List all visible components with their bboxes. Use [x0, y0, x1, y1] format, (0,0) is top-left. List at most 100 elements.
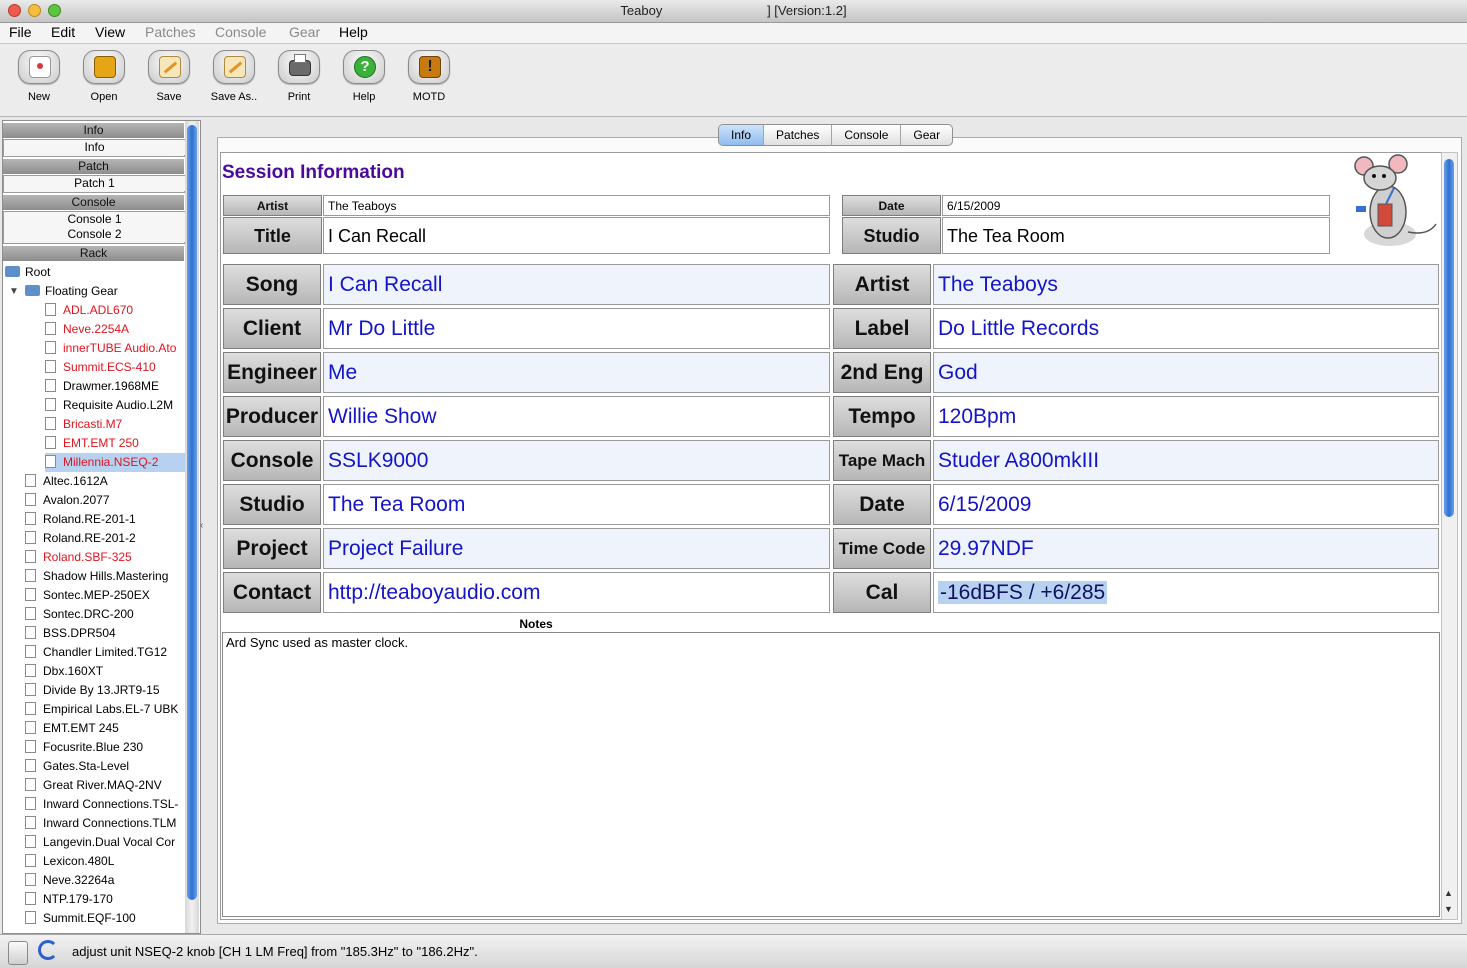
document-icon: [45, 360, 56, 373]
2nd-eng-field-right[interactable]: God: [933, 352, 1439, 393]
tree-item[interactable]: Empirical Labs.EL-7 UBK: [25, 700, 178, 719]
tree-item[interactable]: Chandler Limited.TG12: [25, 643, 167, 662]
disclosure-triangle-icon[interactable]: ▼: [9, 286, 19, 297]
tree-floating-gear[interactable]: Floating Gear: [25, 282, 118, 301]
menu-file[interactable]: File: [9, 24, 32, 40]
title-field[interactable]: I Can Recall: [323, 217, 830, 254]
contact-label: Contact: [223, 572, 321, 613]
artist-field-right[interactable]: The Teaboys: [933, 264, 1439, 305]
tree-item[interactable]: Roland.RE-201-1: [25, 510, 136, 529]
menu-gear[interactable]: Gear: [289, 24, 320, 40]
tree-item[interactable]: ADL.ADL670: [45, 301, 133, 320]
tree-item[interactable]: Drawmer.1968ME: [45, 377, 159, 396]
tree-item[interactable]: Lexicon.480L: [25, 852, 114, 871]
content-scroll-thumb[interactable]: [1444, 159, 1454, 517]
tree-item[interactable]: BSS.DPR504: [25, 624, 116, 643]
contact-field[interactable]: http://teaboyaudio.com: [323, 572, 830, 613]
notes-textarea[interactable]: Ard Sync used as master clock.: [222, 632, 1440, 917]
print-button[interactable]: Print: [270, 50, 328, 103]
scroll-down-arrow-icon[interactable]: ▼: [1444, 904, 1453, 914]
tree-item[interactable]: Summit.ECS-410: [45, 358, 156, 377]
sidebar-item-console-1[interactable]: Console 1: [4, 212, 185, 227]
sidebar-item-console-2[interactable]: Console 2: [4, 227, 185, 242]
engineer-field[interactable]: Me: [323, 352, 830, 393]
tree-item[interactable]: EMT.EMT 245: [25, 719, 119, 738]
client-field[interactable]: Mr Do Little: [323, 308, 830, 349]
tree-item[interactable]: Summit.EQF-100: [25, 909, 136, 928]
tab-gear[interactable]: Gear: [901, 125, 952, 145]
tab-bar: Info Patches Console Gear: [718, 124, 954, 146]
open-button[interactable]: Open: [75, 50, 133, 103]
tempo-field-right[interactable]: 120Bpm: [933, 396, 1439, 437]
tree-item[interactable]: Altec.1612A: [25, 472, 108, 491]
time-code-field-right[interactable]: 29.97NDF: [933, 528, 1439, 569]
song-field[interactable]: I Can Recall: [323, 264, 830, 305]
tree-item[interactable]: EMT.EMT 250: [45, 434, 139, 453]
help-button[interactable]: ? Help: [335, 50, 393, 103]
label-field-right[interactable]: Do Little Records: [933, 308, 1439, 349]
studio-field[interactable]: The Tea Room: [942, 217, 1330, 254]
content-scrollbar[interactable]: ▲ ▼: [1441, 152, 1458, 920]
console-field[interactable]: SSLK9000: [323, 440, 830, 481]
menu-help[interactable]: Help: [339, 24, 368, 40]
tree-item[interactable]: Avalon.2077: [25, 491, 110, 510]
tree-item[interactable]: Sontec.DRC-200: [25, 605, 134, 624]
tree-item[interactable]: Langevin.Dual Vocal Cor: [25, 833, 175, 852]
tree-item[interactable]: Divide By 13.JRT9-15: [25, 681, 160, 700]
tab-console[interactable]: Console: [832, 125, 902, 145]
split-pane-grip[interactable]: ‹: [200, 520, 203, 531]
save-as-button[interactable]: Save As..: [205, 50, 263, 103]
tree-item[interactable]: Focusrite.Blue 230: [25, 738, 143, 757]
date-field[interactable]: 6/15/2009: [942, 195, 1330, 216]
artist-field[interactable]: The Teaboys: [323, 195, 830, 216]
tree-item[interactable]: Millennia.NSEQ-2: [45, 453, 185, 472]
menu-console[interactable]: Console: [215, 24, 266, 40]
tab-patches[interactable]: Patches: [764, 125, 833, 145]
tree-item[interactable]: innerTUBE Audio.Ato: [45, 339, 176, 358]
sidebar-header-info[interactable]: Info: [3, 123, 184, 138]
menu-patches[interactable]: Patches: [145, 24, 196, 40]
motd-button[interactable]: ! MOTD: [400, 50, 458, 103]
tree-root[interactable]: Root: [5, 263, 50, 282]
tree-item[interactable]: Great River.MAQ-2NV: [25, 776, 162, 795]
tree-item[interactable]: Roland.RE-201-2: [25, 529, 136, 548]
tree-item[interactable]: Shadow Hills.Mastering: [25, 567, 168, 586]
document-icon: [25, 550, 36, 563]
document-icon: [45, 322, 56, 335]
tree-item[interactable]: Bricasti.M7: [45, 415, 122, 434]
studio-field[interactable]: The Tea Room: [323, 484, 830, 525]
tab-info[interactable]: Info: [719, 125, 765, 145]
new-button[interactable]: New: [10, 50, 68, 103]
tree-item[interactable]: Neve.32264a: [25, 871, 114, 890]
save-as-pencil-icon: [213, 50, 255, 84]
tree-item[interactable]: Dbx.160XT: [25, 662, 103, 681]
sidebar-item-info[interactable]: Info: [4, 140, 185, 155]
sidebar-header-rack[interactable]: Rack: [3, 246, 184, 261]
tree-item[interactable]: Neve.2254A: [45, 320, 129, 339]
tree-item[interactable]: Roland.SBF-325: [25, 548, 132, 567]
tree-item[interactable]: Inward Connections.TSL-: [25, 795, 178, 814]
scroll-up-arrow-icon[interactable]: ▲: [1444, 888, 1453, 898]
lock-icon[interactable]: [8, 941, 28, 965]
tree-item[interactable]: Gates.Sta-Level: [25, 757, 129, 776]
cal-field-right[interactable]: -16dBFS / +6/285: [933, 572, 1439, 613]
tree-item[interactable]: Requisite Audio.L2M: [45, 396, 173, 415]
tree-item[interactable]: NTP.179-170: [25, 890, 113, 909]
date-field-right[interactable]: 6/15/2009: [933, 484, 1439, 525]
tape-mach-field-right[interactable]: Studer A800mkIII: [933, 440, 1439, 481]
tree-item[interactable]: Inward Connections.TLM: [25, 814, 176, 833]
sidebar-scrollbar[interactable]: [185, 121, 199, 933]
sidebar-item-patch-1[interactable]: Patch 1: [4, 176, 185, 191]
save-button[interactable]: Save: [140, 50, 198, 103]
producer-field[interactable]: Willie Show: [323, 396, 830, 437]
tree-item[interactable]: Sontec.MEP-250EX: [25, 586, 150, 605]
document-icon: [45, 455, 56, 468]
printer-icon: [278, 50, 320, 84]
project-field[interactable]: Project Failure: [323, 528, 830, 569]
menu-view[interactable]: View: [95, 24, 125, 40]
producer-label: Producer: [223, 396, 321, 437]
menu-edit[interactable]: Edit: [51, 24, 75, 40]
sidebar-scroll-thumb[interactable]: [187, 125, 197, 900]
sidebar-header-console[interactable]: Console: [3, 195, 184, 210]
sidebar-header-patch[interactable]: Patch: [3, 159, 184, 174]
